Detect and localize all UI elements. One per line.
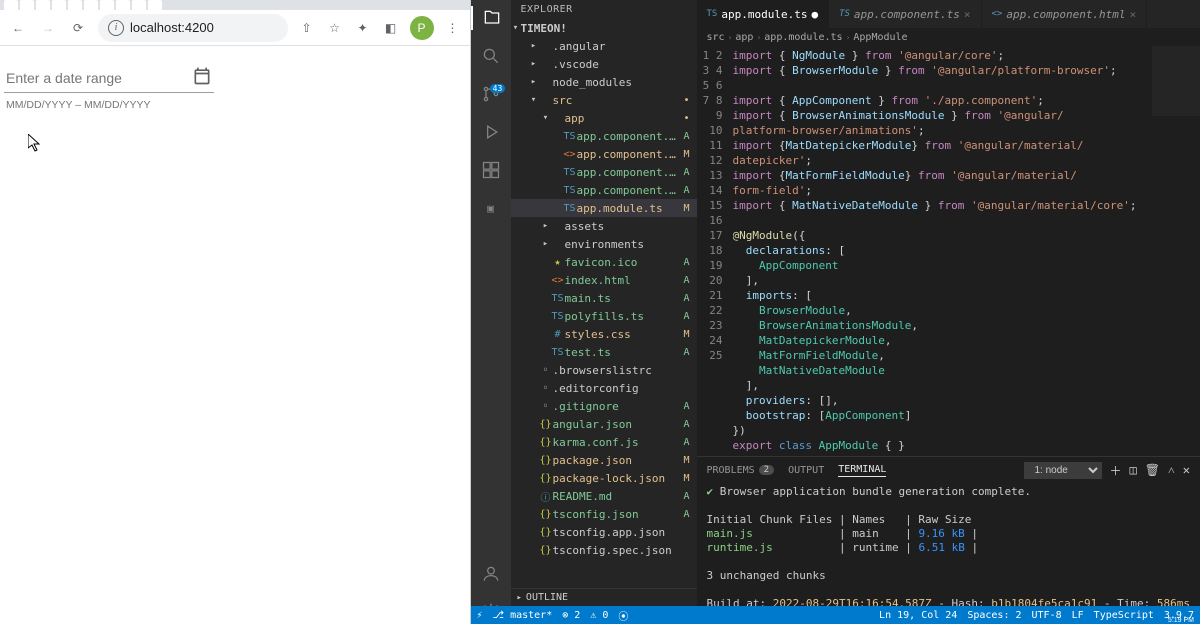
port-indicator[interactable]: ⦿ [618,608,628,623]
kill-terminal-icon[interactable]: 🗑 [1145,463,1160,477]
file-styles.css[interactable]: #styles.cssM [511,325,697,343]
file-.editorconfig[interactable]: ◦.editorconfig [511,379,697,397]
close-panel-icon[interactable]: ✕ [1183,463,1190,477]
breadcrumb[interactable]: src›app›app.module.ts›AppModule [697,28,1200,46]
file-app.component.html[interactable]: <>app.component.htmlM [511,145,697,163]
sidepanel-icon[interactable]: ◧ [382,19,400,37]
forward-button[interactable]: → [38,18,58,38]
tab-app.component.ts[interactable]: TS app.component.ts × [829,0,981,28]
file-README.md[interactable]: ⓘREADME.mdA [511,487,697,505]
terminal-tab[interactable]: TERMINAL [838,464,886,477]
date-range-input[interactable] [4,56,214,93]
file-app.component.ts[interactable]: TSapp.component.tsA [511,163,697,181]
chrome-window: ← → ⟳ i localhost:4200 ⇧ ☆ ✦ ◧ P ⋮ Enter… [0,0,471,624]
panel-tabs: PROBLEMS2 OUTPUT TERMINAL 1: node ＋ ◫ 🗑 … [697,457,1200,483]
file-package.json[interactable]: {}package.jsonM [511,451,697,469]
file-app.module.ts[interactable]: TSapp.module.tsM [511,199,697,217]
file-environments[interactable]: ▸environments [511,235,697,253]
vscode-window: 43 ▣ EXPLORER ▾TIMEON! ▸.angular▸.vscode… [471,0,1200,624]
url-text: localhost:4200 [130,20,214,35]
editor-tabs: TS app.module.ts ●TS app.component.ts ×<… [697,0,1200,28]
file-app.component.css[interactable]: TSapp.component.cssA [511,127,697,145]
explorer-activity-icon[interactable] [471,6,511,30]
system-clock: 5:19 PM [1168,616,1194,624]
page-content: Enter a date range MM/DD/YYYY – MM/DD/YY… [0,46,470,624]
debug-activity-icon[interactable] [479,120,503,144]
warnings-indicator[interactable]: ⚠ 0 [590,610,608,621]
file-package-lock.json[interactable]: {}package-lock.jsonM [511,469,697,487]
minimap[interactable] [1152,46,1200,186]
problems-indicator[interactable]: ⊗ 2 [562,610,580,621]
split-terminal-icon[interactable]: ◫ [1130,463,1137,477]
account-icon[interactable] [479,562,503,586]
file-polyfills.ts[interactable]: TSpolyfills.tsA [511,307,697,325]
eol[interactable]: LF [1072,610,1084,621]
file-favicon.ico[interactable]: ★favicon.icoA [511,253,697,271]
tab-app.module.ts[interactable]: TS app.module.ts ● [697,0,830,28]
editor-area: TS app.module.ts ●TS app.component.ts ×<… [697,0,1200,624]
project-root[interactable]: ▾TIMEON! [511,19,697,37]
file-tsconfig.spec.json[interactable]: {}tsconfig.spec.json [511,541,697,559]
explorer-sidebar: EXPLORER ▾TIMEON! ▸.angular▸.vscode▸node… [511,0,697,624]
reload-button[interactable]: ⟳ [68,18,88,38]
share-icon[interactable]: ⇧ [298,19,316,37]
address-bar[interactable]: i localhost:4200 [98,14,288,42]
file-tree: ▸.angular▸.vscode▸node_modules▾src•▾app•… [511,37,697,588]
extensions-icon[interactable]: ✦ [354,19,372,37]
date-range-field: Enter a date range [4,56,214,93]
file-tsconfig.app.json[interactable]: {}tsconfig.app.json [511,523,697,541]
profile-avatar[interactable]: P [410,16,434,40]
code-content[interactable]: import { NgModule } from '@angular/core'… [733,46,1200,456]
scm-activity-icon[interactable]: 43 [479,82,503,106]
file-index.html[interactable]: <>index.htmlA [511,271,697,289]
file-.angular[interactable]: ▸.angular [511,37,697,55]
extensions-activity-icon[interactable] [479,158,503,182]
back-button[interactable]: ← [8,18,28,38]
file-angular.json[interactable]: {}angular.jsonA [511,415,697,433]
chrome-toolbar: ← → ⟳ i localhost:4200 ⇧ ☆ ✦ ◧ P ⋮ [0,10,470,46]
terminal-select[interactable]: 1: node [1024,462,1102,479]
outline-section[interactable]: ▸OUTLINE [511,588,697,606]
search-activity-icon[interactable] [479,44,503,68]
menu-icon[interactable]: ⋮ [444,19,462,37]
file-test.ts[interactable]: TStest.tsA [511,343,697,361]
file-.gitignore[interactable]: ◦.gitignoreA [511,397,697,415]
file-src[interactable]: ▾src• [511,91,697,109]
bookmark-icon[interactable]: ☆ [326,19,344,37]
calendar-icon[interactable] [192,66,212,86]
code-editor[interactable]: 1 2 3 4 5 6 7 8 9 10 11 12 13 14 15 16 1… [697,46,1200,456]
field-hint: MM/DD/YYYY – MM/DD/YYYY [4,99,466,111]
language-mode[interactable]: TypeScript [1094,610,1154,621]
site-info-icon[interactable]: i [108,20,124,36]
cursor-position[interactable]: Ln 19, Col 24 [879,610,957,621]
mouse-cursor-icon [28,134,42,152]
file-main.ts[interactable]: TSmain.tsA [511,289,697,307]
tab-app.component.html[interactable]: <> app.component.html × [982,0,1148,28]
file-tsconfig.json[interactable]: {}tsconfig.jsonA [511,505,697,523]
new-terminal-icon[interactable]: ＋ [1110,462,1122,479]
bottom-panel: PROBLEMS2 OUTPUT TERMINAL 1: node ＋ ◫ 🗑 … [697,456,1200,624]
file-karma.conf.js[interactable]: {}karma.conf.jsA [511,433,697,451]
line-gutter: 1 2 3 4 5 6 7 8 9 10 11 12 13 14 15 16 1… [697,46,733,456]
file-assets[interactable]: ▸assets [511,217,697,235]
remote-activity-icon[interactable]: ▣ [479,196,503,220]
file-.browserslistrc[interactable]: ◦.browserslistrc [511,361,697,379]
file-.vscode[interactable]: ▸.vscode [511,55,697,73]
status-bar: ⚡ ⎇ master* ⊗ 2 ⚠ 0 ⦿ Ln 19, Col 24 Spac… [471,606,1200,624]
remote-indicator[interactable]: ⚡ [477,610,483,621]
encoding[interactable]: UTF-8 [1032,610,1062,621]
problems-tab[interactable]: PROBLEMS2 [707,465,775,476]
chrome-tabstrip[interactable] [0,0,470,10]
terminal-output[interactable]: ✔ Browser application bundle generation … [697,483,1200,624]
file-node_modules[interactable]: ▸node_modules [511,73,697,91]
explorer-header: EXPLORER [511,0,697,19]
activity-bar: 43 ▣ [471,0,511,624]
file-app.component.spec.ts[interactable]: TSapp.component.spec.tsA [511,181,697,199]
indentation[interactable]: Spaces: 2 [967,610,1021,621]
output-tab[interactable]: OUTPUT [788,465,824,476]
maximize-panel-icon[interactable]: ˄ [1168,463,1175,478]
branch-indicator[interactable]: ⎇ master* [493,610,553,621]
file-app[interactable]: ▾app• [511,109,697,127]
